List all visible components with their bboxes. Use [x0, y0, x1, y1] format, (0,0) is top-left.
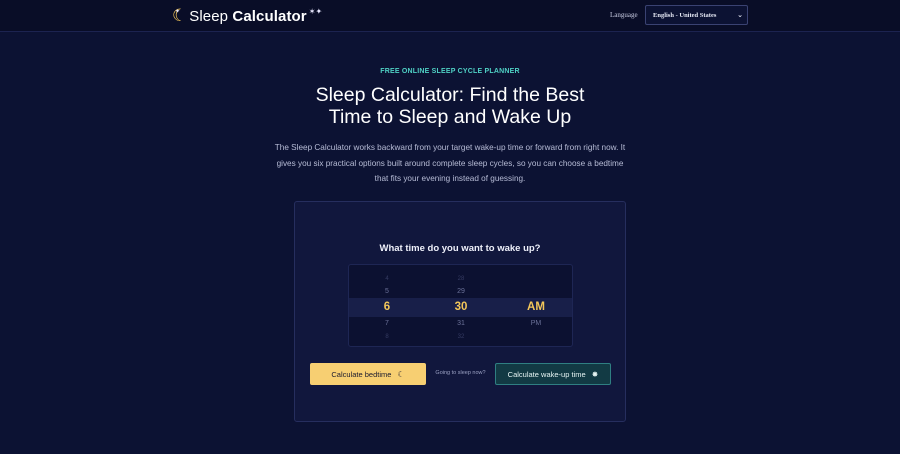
time-picker[interactable]: 4 5 6 7 8 28 29 30 31 32 AM PM: [348, 264, 573, 347]
sun-icon: ✸: [591, 369, 599, 379]
going-to-sleep-text: Going to sleep now?: [435, 370, 486, 376]
calculate-wake-up-button[interactable]: Calculate wake-up time ✸: [495, 363, 611, 385]
intro-description: The Sleep Calculator works backward from…: [274, 143, 626, 183]
calculator-card: What time do you want to wake up? 4 5 6 …: [294, 201, 626, 422]
page-title-line-1: Sleep Calculator: Find the Best: [315, 84, 585, 106]
stars-icon: ✶✦: [308, 6, 323, 16]
logo[interactable]: ✦ ☾ Sleep Calculator ✶✦: [172, 4, 322, 28]
hour-option[interactable]: 4: [367, 276, 407, 282]
logo-text: Sleep Calculator: [189, 8, 307, 25]
chevron-down-icon: ⌄: [737, 11, 743, 19]
language-select-value: English - United States: [653, 11, 717, 19]
top-bar: ✦ ☾ Sleep Calculator ✶✦ Language English…: [0, 0, 900, 32]
period-selected[interactable]: AM: [516, 301, 556, 313]
minute-option[interactable]: 28: [441, 276, 481, 282]
calculate-bedtime-label: Calculate bedtime: [331, 369, 392, 379]
hour-selected[interactable]: 6: [367, 301, 407, 313]
minute-selected[interactable]: 30: [441, 301, 481, 313]
wake-up-question: What time do you want to wake up?: [379, 243, 541, 254]
sparkle-icon: ✦: [175, 8, 181, 15]
logo-text-regular: Sleep: [189, 7, 233, 25]
hour-option[interactable]: 7: [367, 320, 407, 327]
page-title-line-2: Time to Sleep and Wake Up: [328, 106, 572, 128]
calculate-bedtime-button[interactable]: Calculate bedtime ☾: [310, 363, 426, 385]
period-option[interactable]: PM: [516, 320, 556, 327]
language-label: Language: [610, 11, 638, 19]
minute-option[interactable]: 31: [441, 320, 481, 327]
eyebrow-text: FREE ONLINE SLEEP CYCLE PLANNER: [380, 68, 520, 75]
calculate-wake-up-label: Calculate wake-up time: [507, 369, 586, 379]
minute-option[interactable]: 32: [441, 334, 481, 340]
hour-option[interactable]: 8: [367, 334, 407, 340]
minute-option[interactable]: 29: [441, 288, 481, 295]
page-title: Sleep Calculator: Find the Best Time to …: [0, 84, 900, 128]
language-select[interactable]: English - United States ⌄: [645, 5, 748, 25]
moon-icon: ☾: [397, 369, 405, 379]
hour-option[interactable]: 5: [367, 288, 407, 295]
logo-text-bold: Calculator: [232, 7, 307, 25]
